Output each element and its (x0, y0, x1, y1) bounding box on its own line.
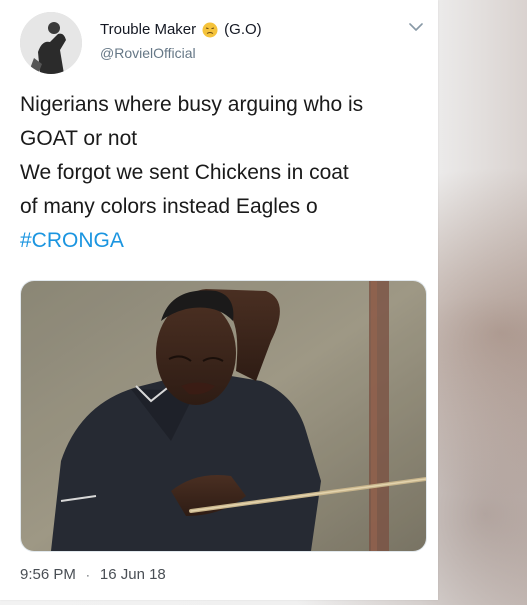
disappointed-face-icon (202, 22, 218, 37)
chevron-down-icon[interactable] (409, 22, 423, 32)
tweet-text-line: GOAT or not (20, 127, 138, 150)
tweet-photo[interactable] (20, 280, 427, 552)
display-name[interactable]: Trouble Maker (100, 21, 196, 38)
hashtag-link[interactable]: #CRONGA (20, 224, 430, 258)
name-suffix: (G.O) (224, 21, 262, 38)
tweet-text: Nigerians where busy arguing who is GOAT… (20, 88, 430, 258)
tweet-card: Trouble Maker (G.O) @RovielOfficial Nige… (0, 0, 438, 600)
tweet-timestamp[interactable]: 9:56 PM · 16 Jun 18 (20, 566, 166, 583)
photo-image (21, 281, 426, 551)
user-handle[interactable]: @RovielOfficial (100, 45, 196, 61)
tweet-text-line: Nigerians where busy arguing who is (20, 93, 364, 116)
tweet-text-line: We forgot we sent Chickens in coat (20, 161, 349, 184)
user-name-row[interactable]: Trouble Maker (G.O) (100, 21, 262, 38)
separator-dot: · (85, 567, 90, 582)
avatar-image (20, 12, 82, 74)
tweet-time: 9:56 PM (20, 566, 76, 583)
avatar[interactable] (20, 12, 82, 74)
tweet-text-line: of many colors instead Eagles o (20, 195, 318, 218)
tweet-date: 16 Jun 18 (99, 566, 166, 583)
